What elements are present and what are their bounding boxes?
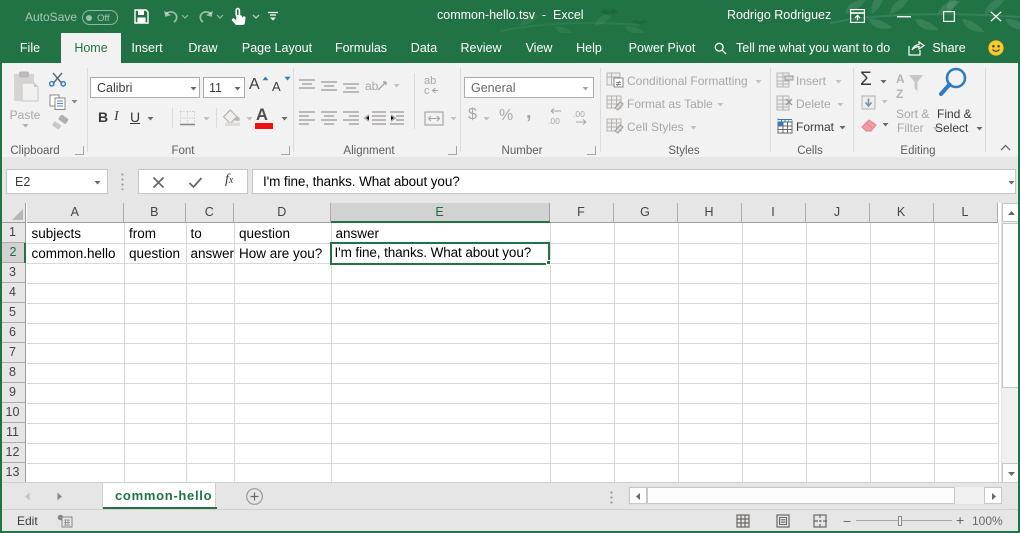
svg-text:ab: ab <box>365 79 379 93</box>
svg-text:Z: Z <box>896 87 903 101</box>
svg-text:A: A <box>896 72 905 86</box>
svg-text:.00: .00 <box>573 109 585 119</box>
svg-text:.00: .00 <box>548 116 560 126</box>
svg-text:c: c <box>424 85 430 95</box>
